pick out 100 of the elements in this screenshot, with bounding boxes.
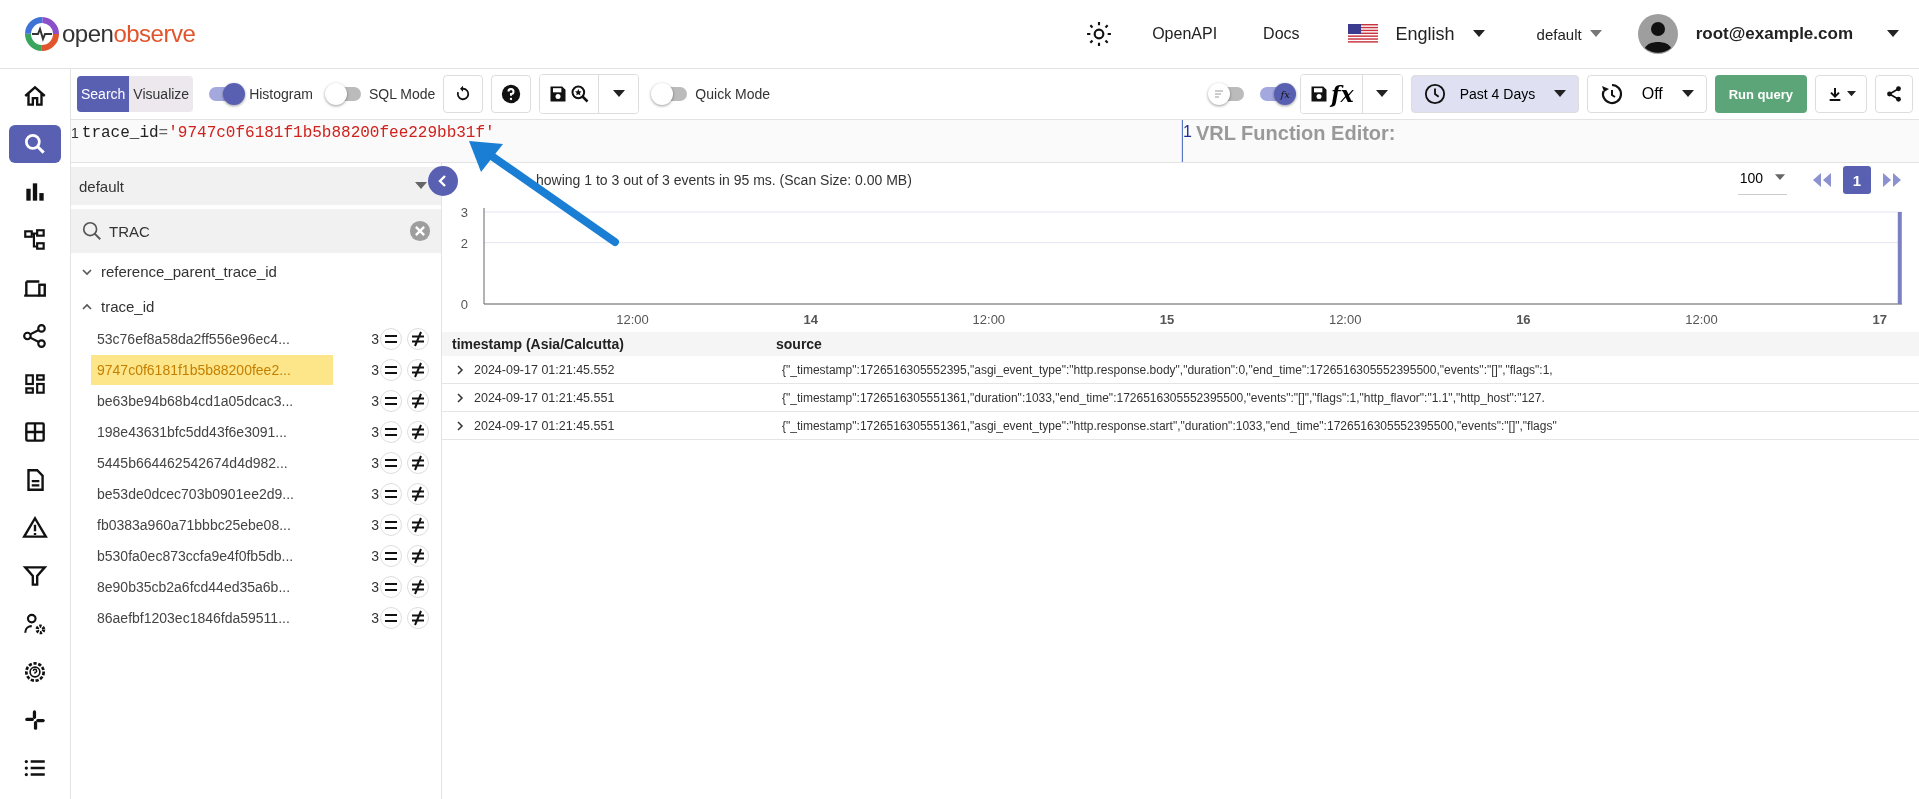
not-equal-icon[interactable] xyxy=(407,358,429,381)
logo-text: openobserve xyxy=(62,20,196,48)
dropdown-button[interactable] xyxy=(1361,75,1402,113)
not-equal-icon[interactable] xyxy=(407,575,429,598)
auto-refresh-dropdown[interactable]: Off xyxy=(1586,75,1707,113)
help-button[interactable] xyxy=(491,75,532,113)
expand-icon[interactable] xyxy=(456,364,464,375)
stream-select[interactable]: default xyxy=(71,167,441,205)
page-button[interactable]: 1 xyxy=(1843,166,1871,194)
value-count: 3 xyxy=(371,330,379,347)
expand-icon[interactable] xyxy=(456,420,464,431)
not-equal-icon[interactable] xyxy=(407,451,429,474)
field-value[interactable]: be53de0dcec703b0901ee2d9... xyxy=(91,478,333,509)
header-link[interactable]: Docs xyxy=(1263,25,1300,43)
not-equal-icon[interactable] xyxy=(407,513,429,536)
field-value[interactable]: 8e90b35cb2a6fcd44ed35a6b... xyxy=(91,571,333,602)
value-count: 3 xyxy=(371,516,379,533)
chevron-icon xyxy=(438,175,448,187)
clear-icon[interactable] xyxy=(409,220,431,242)
axis-label: 12:00 xyxy=(1685,312,1718,327)
equals-icon[interactable] xyxy=(380,482,402,505)
save-icon xyxy=(548,84,569,104)
warning-icon xyxy=(22,515,48,541)
mode-tab[interactable]: Visualize xyxy=(129,76,194,112)
search-nav-button[interactable] xyxy=(9,125,61,163)
user-menu[interactable]: root@example.com xyxy=(1695,24,1853,44)
dropdown-button[interactable] xyxy=(598,75,639,113)
field-expander[interactable]: trace_id xyxy=(71,288,441,323)
search-icon xyxy=(570,84,591,104)
field-value[interactable]: 5445b664462542674d4d982... xyxy=(91,447,333,478)
not-equal-icon[interactable] xyxy=(407,327,429,350)
field-search-input[interactable]: TRAC xyxy=(107,221,405,241)
not-equal-icon[interactable] xyxy=(407,420,429,443)
share-icon xyxy=(22,323,48,349)
hierarchy-icon xyxy=(22,227,48,253)
equals-icon[interactable] xyxy=(380,420,402,443)
not-equal-icon[interactable] xyxy=(407,606,429,629)
axis-label: 12:00 xyxy=(616,312,649,327)
field-value[interactable]: 86aefbf1203ec1846fda59511... xyxy=(91,602,333,633)
caret-icon[interactable] xyxy=(1472,30,1485,38)
download-button[interactable] xyxy=(1815,75,1867,113)
field-search[interactable]: TRAC xyxy=(71,209,441,253)
reset-button[interactable] xyxy=(443,75,484,113)
collapse-button[interactable] xyxy=(428,166,458,196)
equals-icon[interactable] xyxy=(380,358,402,381)
caret-icon xyxy=(1775,174,1785,181)
field-expander[interactable]: reference_parent_trace_id xyxy=(71,253,441,288)
axis-label: 12:00 xyxy=(972,312,1006,327)
equals-icon[interactable] xyxy=(380,327,402,350)
table-cell: {"_timestamp":1726516305551361,"asgi_event_type":"http.response.start","duration":1033,"end_time":1726516305552395500,"events":"[]","flags" xyxy=(782,418,1557,433)
column-header: source xyxy=(776,336,822,352)
house-icon xyxy=(22,83,48,109)
caret-icon xyxy=(1553,90,1566,98)
caret-icon xyxy=(1376,90,1389,98)
not-equal-icon[interactable] xyxy=(407,482,429,505)
equals-icon[interactable] xyxy=(380,544,402,567)
lines-icon xyxy=(1214,89,1225,99)
value-count: 3 xyxy=(371,454,379,471)
axis-label: 2 xyxy=(460,235,468,251)
organization-dropdown[interactable]: default xyxy=(1536,25,1582,43)
search-icon xyxy=(22,131,48,157)
mode-tab[interactable]: Search xyxy=(77,76,130,112)
field-value[interactable]: 198e43631bfc5dd43f6e3091... xyxy=(91,416,333,447)
share-icon xyxy=(1885,85,1903,103)
caret-icon[interactable] xyxy=(1887,30,1899,38)
caret-icon xyxy=(415,182,427,190)
header-link[interactable]: OpenAPI xyxy=(1152,25,1218,43)
field-value[interactable]: 53c76ef8a58da2ff556e96ec4... xyxy=(91,323,333,354)
first-page-icon[interactable] xyxy=(1811,173,1833,187)
field-value[interactable]: fb0383a960a71bbbc25ebe08... xyxy=(91,509,333,540)
table-cell: {"_timestamp":1726516305552395,"asgi_event_type":"http.response.body","duration":0,"end_time":1726516305552395500,"events":"[]","flags":1, xyxy=(782,362,1553,377)
sun-icon[interactable] xyxy=(1086,21,1113,47)
toggle-label: SQL Mode xyxy=(368,86,436,102)
value-count: 3 xyxy=(371,423,379,440)
time-range-picker[interactable]: Past 4 Days xyxy=(1410,75,1579,113)
equals-icon[interactable] xyxy=(380,575,402,598)
page-size-select[interactable]: 100 xyxy=(1737,165,1787,195)
language-dropdown[interactable]: English xyxy=(1395,23,1455,45)
axis-label: 16 xyxy=(1516,312,1531,327)
equals-icon[interactable] xyxy=(380,513,402,536)
dashboard-icon xyxy=(22,371,48,397)
value-count: 3 xyxy=(371,547,379,564)
avatar-icon[interactable] xyxy=(1637,14,1678,54)
expand-icon[interactable] xyxy=(456,392,464,403)
not-equal-icon[interactable] xyxy=(407,544,429,567)
field-value[interactable]: be63be94b68b4cd1a05dcac3... xyxy=(91,385,333,416)
table-cell-text: 2024-09-17 01:21:45.551 xyxy=(474,390,616,405)
toggle-label: Quick Mode xyxy=(695,86,771,102)
value-count: 3 xyxy=(371,392,379,409)
caret-icon xyxy=(612,90,625,98)
equals-icon[interactable] xyxy=(380,389,402,412)
axis-label: 17 xyxy=(1872,312,1887,327)
equals-icon[interactable] xyxy=(380,451,402,474)
equals-icon[interactable] xyxy=(380,606,402,629)
share-button[interactable] xyxy=(1875,75,1913,113)
column-header: timestamp (Asia/Calcutta) xyxy=(452,336,625,352)
field-value[interactable]: b530fa0ec873ccfa9e4f0fb5db... xyxy=(91,540,333,571)
last-page-icon[interactable] xyxy=(1881,173,1903,187)
not-equal-icon[interactable] xyxy=(407,389,429,412)
search-icon xyxy=(81,220,103,242)
